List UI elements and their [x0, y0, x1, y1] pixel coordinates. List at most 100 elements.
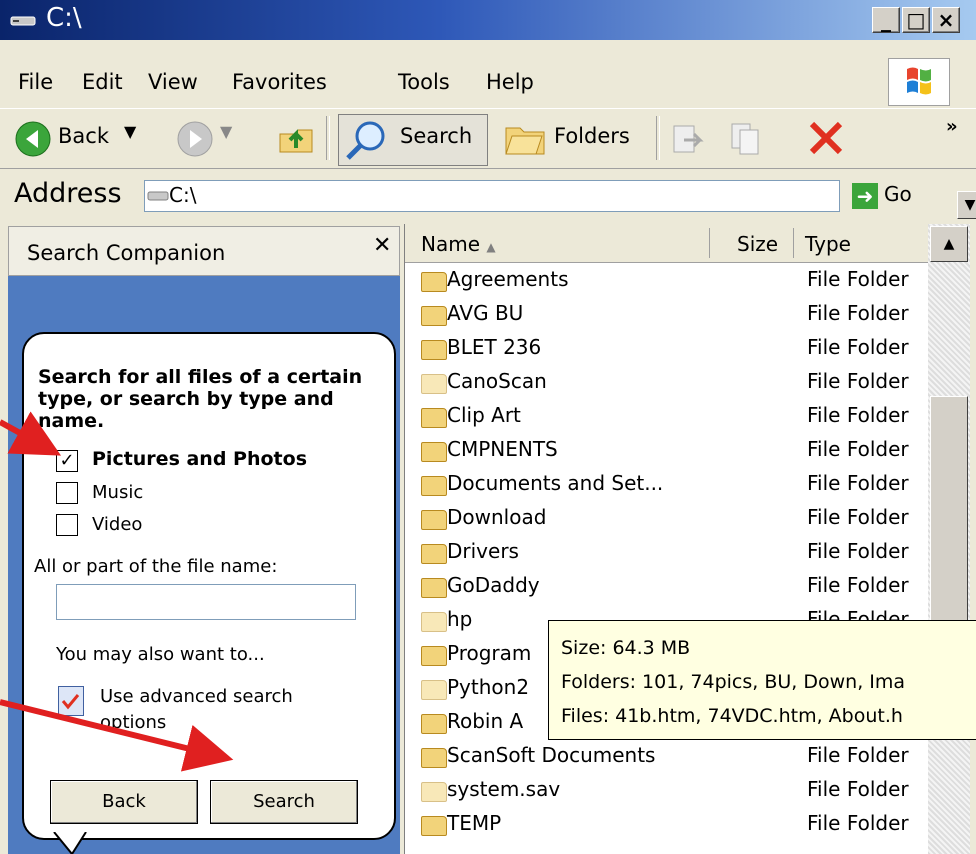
- folder-icon: [421, 408, 447, 428]
- file-row[interactable]: GoDaddy File Folder: [405, 570, 929, 604]
- file-name: AVG BU: [447, 301, 524, 325]
- file-row[interactable]: CanoScan File Folder: [405, 366, 929, 400]
- copy-to-icon[interactable]: [728, 120, 768, 158]
- scroll-up-icon[interactable]: ▲: [930, 226, 968, 262]
- advanced-options-icon[interactable]: [58, 686, 84, 716]
- menu-file[interactable]: File: [18, 70, 53, 94]
- maximize-button[interactable]: □: [902, 7, 930, 33]
- back-search-button[interactable]: Back: [50, 780, 198, 824]
- file-name: Python2: [447, 675, 530, 699]
- folder-icon: [421, 476, 447, 496]
- tooltip-files: Files: 41b.htm, 74VDC.htm, About.h: [561, 705, 903, 727]
- file-name: BLET 236: [447, 335, 542, 359]
- go-arrow-icon: ➜: [852, 182, 878, 209]
- bubble-tail: [53, 832, 87, 854]
- back-arrow-icon[interactable]: [14, 120, 52, 158]
- column-size[interactable]: Size: [737, 232, 778, 256]
- minimize-button[interactable]: _: [872, 7, 900, 33]
- file-row[interactable]: Clip Art File Folder: [405, 400, 929, 434]
- music-checkbox[interactable]: [56, 482, 78, 504]
- video-checkbox[interactable]: [56, 514, 78, 536]
- filename-input[interactable]: [56, 584, 356, 620]
- folder-icon: [421, 442, 447, 462]
- file-row[interactable]: Documents and Set... File Folder: [405, 468, 929, 502]
- video-label[interactable]: Video: [92, 514, 142, 535]
- toolbar-overflow-icon[interactable]: »: [946, 116, 958, 137]
- folder-icon: [421, 782, 447, 802]
- file-name: system.sav: [447, 777, 561, 801]
- column-divider[interactable]: [709, 228, 710, 258]
- music-label[interactable]: Music: [92, 482, 143, 503]
- file-name: Download: [447, 505, 547, 529]
- file-name: TEMP: [447, 811, 502, 835]
- file-name: Robin A: [447, 709, 524, 733]
- forward-dropdown-icon[interactable]: ▼: [220, 122, 232, 141]
- move-to-icon[interactable]: [668, 120, 708, 158]
- file-row[interactable]: ScanSoft Documents File Folder: [405, 740, 929, 774]
- menu-tools[interactable]: Tools: [398, 70, 450, 94]
- file-name: Clip Art: [447, 403, 521, 427]
- back-dropdown-icon[interactable]: ▼: [124, 122, 136, 141]
- file-row[interactable]: Drivers File Folder: [405, 536, 929, 570]
- file-row[interactable]: Agreements File Folder: [405, 264, 929, 298]
- go-button[interactable]: ➜ Go: [852, 182, 912, 209]
- vertical-scrollbar[interactable]: ▲: [928, 224, 970, 854]
- menu-view[interactable]: View: [148, 70, 198, 94]
- column-name-label: Name: [421, 232, 481, 256]
- column-divider[interactable]: [793, 228, 794, 258]
- menu-help[interactable]: Help: [486, 70, 534, 94]
- pictures-label[interactable]: Pictures and Photos: [92, 448, 307, 470]
- file-row[interactable]: system.sav File Folder: [405, 774, 929, 808]
- address-dropdown-icon[interactable]: ▼: [957, 191, 976, 219]
- up-folder-icon[interactable]: [276, 118, 316, 158]
- title-bar: C:\ _ □ ×: [0, 0, 976, 40]
- folder-icon: [421, 816, 447, 836]
- address-input[interactable]: C:\ ▼: [144, 180, 976, 219]
- go-label: Go: [884, 182, 912, 206]
- file-row[interactable]: Download File Folder: [405, 502, 929, 536]
- menu-favorites[interactable]: Favorites: [232, 70, 327, 94]
- advanced-options-link[interactable]: Use advanced search options: [100, 684, 340, 736]
- folder-icon: [421, 340, 447, 360]
- folder-icon: [421, 578, 447, 598]
- also-label: You may also want to...: [56, 644, 265, 665]
- forward-arrow-icon[interactable]: [176, 120, 214, 158]
- file-row[interactable]: CMPNENTS File Folder: [405, 434, 929, 468]
- search-button[interactable]: Search: [400, 124, 472, 148]
- file-name: Documents and Set...: [447, 471, 664, 495]
- file-row[interactable]: AVG BU File Folder: [405, 298, 929, 332]
- file-name: CanoScan: [447, 369, 547, 393]
- address-label: Address: [14, 178, 122, 209]
- file-type: File Folder: [807, 811, 909, 835]
- folder-icon: [421, 374, 447, 394]
- file-row[interactable]: BLET 236 File Folder: [405, 332, 929, 366]
- pictures-checkbox[interactable]: ✓: [56, 450, 78, 472]
- close-button[interactable]: ×: [932, 7, 960, 33]
- search-icon: [346, 121, 385, 160]
- close-icon[interactable]: ✕: [373, 233, 391, 258]
- file-type: File Folder: [807, 403, 909, 427]
- folders-button[interactable]: Folders: [554, 124, 630, 148]
- column-type[interactable]: Type: [805, 232, 851, 256]
- folder-icon: [421, 646, 447, 666]
- tooltip-folders: Folders: 101, 74pics, BU, Down, Ima: [561, 671, 906, 693]
- drive-icon: [10, 16, 36, 26]
- folder-icon: [421, 306, 447, 326]
- back-button[interactable]: Back: [58, 124, 109, 148]
- file-type: File Folder: [807, 777, 909, 801]
- file-type: File Folder: [807, 505, 909, 529]
- address-value: C:\: [169, 183, 197, 207]
- file-type: File Folder: [807, 743, 909, 767]
- file-name: Program: [447, 641, 532, 665]
- column-name[interactable]: Name ▲: [421, 232, 496, 256]
- toolbar: Back ▼ ▼ Search Folders »: [0, 110, 976, 169]
- search-submit-button[interactable]: Search: [210, 780, 358, 824]
- delete-icon[interactable]: [806, 118, 846, 158]
- file-type: File Folder: [807, 301, 909, 325]
- drive-icon: [147, 191, 169, 201]
- file-row[interactable]: TEMP File Folder: [405, 808, 929, 842]
- file-name: ScanSoft Documents: [447, 743, 656, 767]
- menu-edit[interactable]: Edit: [82, 70, 123, 94]
- folder-icon: [421, 748, 447, 768]
- folder-tooltip: Size: 64.3 MB Folders: 101, 74pics, BU, …: [548, 620, 976, 740]
